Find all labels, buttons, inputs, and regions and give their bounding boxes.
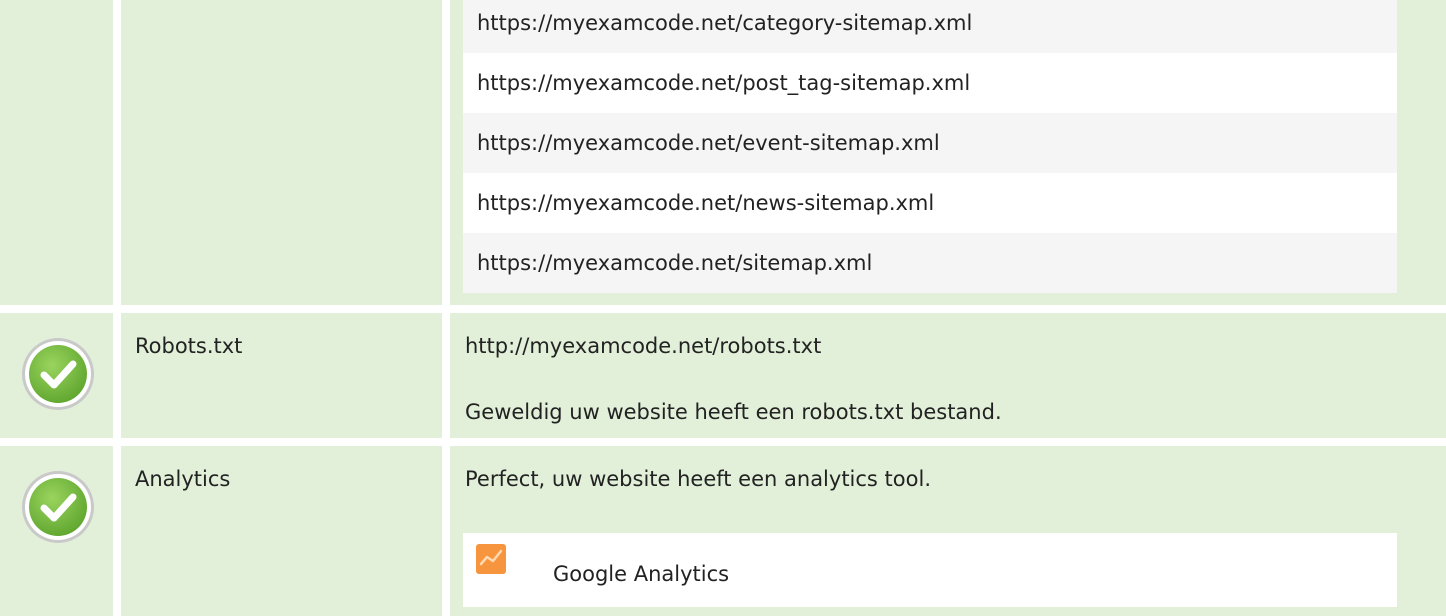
sitemap-icon-cell [0,0,113,305]
analytics-icon-cell [0,446,113,616]
sitemap-list-item[interactable]: https://myexamcode.net/sitemap.xml [463,233,1397,293]
sitemap-label-cell [121,0,442,305]
analytics-message: Perfect, uw website heeft een analytics … [465,467,931,491]
analytics-content-cell: Perfect, uw website heeft een analytics … [450,446,1446,616]
analytics-label-cell: Analytics [121,446,442,616]
robots-label: Robots.txt [135,334,243,358]
analytics-tool-item: Google Analytics [463,533,1397,607]
sitemap-list-item[interactable]: https://myexamcode.net/event-sitemap.xml [463,113,1397,173]
robots-icon-cell [0,313,113,438]
robots-message: Geweldig uw website heeft een robots.txt… [465,400,1002,424]
google-analytics-icon [476,544,506,574]
check-circle-icon [21,470,95,544]
robots-label-cell: Robots.txt [121,313,442,438]
robots-content-cell: http://myexamcode.net/robots.txt Geweldi… [450,313,1446,438]
analytics-label: Analytics [135,467,231,491]
analytics-tool-name: Google Analytics [553,562,730,586]
sitemap-content-cell: https://myexamcode.net/category-sitemap.… [450,0,1446,305]
sitemap-list-item[interactable]: https://myexamcode.net/category-sitemap.… [463,0,1397,53]
check-circle-icon [21,337,95,411]
robots-url[interactable]: http://myexamcode.net/robots.txt [465,332,821,360]
seo-report: https://myexamcode.net/category-sitemap.… [0,0,1446,616]
sitemap-list: https://myexamcode.net/category-sitemap.… [463,0,1397,293]
sitemap-list-item[interactable]: https://myexamcode.net/news-sitemap.xml [463,173,1397,233]
sitemap-list-item[interactable]: https://myexamcode.net/post_tag-sitemap.… [463,53,1397,113]
